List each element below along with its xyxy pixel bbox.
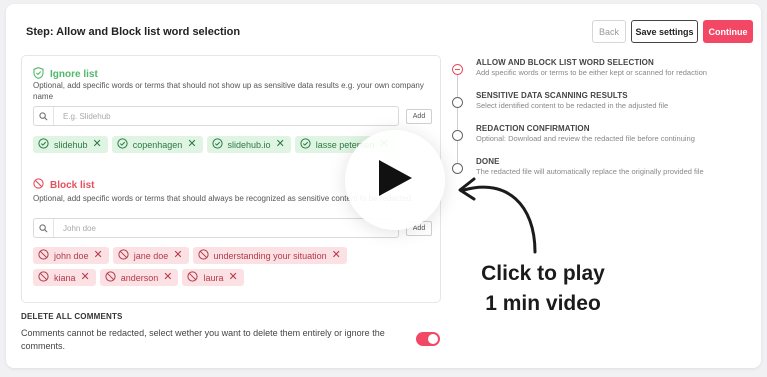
ignore-chip: slidehub.io ✕ [206,136,291,153]
page-title: Step: Allow and Block list word selectio… [26,26,241,38]
progress-step: ALLOW AND BLOCK LIST WORD SELECTION Add s… [452,58,707,77]
ignore-input[interactable] [54,111,354,121]
chip-label: john doe [54,250,89,261]
block-circle-icon [38,249,49,262]
block-chip: laura ✕ [182,269,244,286]
steps-connector [457,73,458,163]
block-circle-icon [118,249,129,262]
step-description: Add specific words or terms to be either… [476,68,707,77]
step-active-indicator [452,64,463,75]
chip-label: understanding your situation [213,250,327,261]
curved-arrow-icon [458,177,537,254]
block-input[interactable] [54,223,354,233]
step-title: DONE [476,157,500,166]
step-indicator [452,97,463,108]
step-title: SENSITIVE DATA SCANNING RESULTS [476,91,628,100]
remove-chip-icon[interactable]: ✕ [94,250,103,261]
block-circle-icon [197,249,209,262]
back-button[interactable]: Back [592,20,626,43]
step-title: REDACTION CONFIRMATION [476,124,590,133]
ignore-list-description: Optional, add specific words or terms th… [33,81,424,101]
check-circle-icon [300,138,311,151]
step-description: Optional: Download and review the redact… [476,134,695,143]
block-list-header: Block list [33,178,94,192]
progress-step: SENSITIVE DATA SCANNING RESULTS Select id… [452,91,668,110]
remove-chip-icon[interactable]: ✕ [276,139,285,150]
continue-button[interactable]: Continue [703,20,753,43]
chip-label: copenhagen [132,139,183,150]
ignore-chip: copenhagen ✕ [111,136,203,153]
check-circle-icon [117,138,128,151]
delete-comments-title: DELETE ALL COMMENTS [21,312,123,321]
cta-line-1: Click to play [481,262,605,285]
video-call-to-action[interactable]: Click to play 1 min video [458,259,628,319]
block-circle-icon [38,271,49,284]
remove-chip-icon[interactable]: ✕ [332,250,341,261]
block-circle-icon [187,271,199,284]
play-video-button[interactable] [345,130,445,230]
block-list-title: Block list [50,179,95,191]
search-icon [34,219,54,237]
play-icon [375,157,415,204]
chip-label: laura [203,272,224,283]
progress-step: REDACTION CONFIRMATION Optional: Download… [452,124,695,143]
remove-chip-icon[interactable]: ✕ [187,139,196,150]
step-indicator [452,130,463,141]
step-description: Select identified content to be redacted… [476,101,669,110]
search-icon [34,107,54,125]
remove-chip-icon[interactable]: ✕ [93,139,102,150]
delete-comments-toggle[interactable] [416,332,440,346]
chip-label: kiana [54,272,76,283]
block-circle-icon [33,178,44,192]
block-chip-list: john doe ✕ jane doe ✕ understanding your sit… [33,247,383,286]
block-chip: understanding your situation ✕ [192,247,347,264]
ignore-list-title: Ignore list [50,69,98,80]
delete-comments-description: Comments cannot be redacted, select weth… [21,328,385,351]
remove-chip-icon[interactable]: ✕ [229,272,238,283]
save-settings-button[interactable]: Save settings [631,20,698,43]
chip-label: slidehub [54,139,88,150]
check-circle-icon [211,138,223,151]
remove-chip-icon[interactable]: ✕ [81,272,90,283]
cta-line-2: 1 min video [485,292,601,315]
chip-label: anderson [120,272,159,283]
block-chip: anderson ✕ [99,269,179,286]
ignore-search-box [33,106,399,126]
remove-chip-icon[interactable]: ✕ [163,272,172,283]
block-chip: kiana ✕ [33,269,96,286]
ignore-add-button[interactable]: Add [406,109,432,124]
step-title: ALLOW AND BLOCK LIST WORD SELECTION [476,58,654,67]
block-chip: jane doe ✕ [112,247,189,264]
chip-label: jane doe [133,250,169,261]
block-circle-icon [105,271,116,284]
ignore-chip: slidehub ✕ [33,136,108,153]
block-search-box [33,218,399,238]
chip-label: slidehub.io [227,139,271,150]
check-circle-icon [38,138,49,151]
remove-chip-icon[interactable]: ✕ [173,250,182,261]
block-chip: john doe ✕ [33,247,109,264]
